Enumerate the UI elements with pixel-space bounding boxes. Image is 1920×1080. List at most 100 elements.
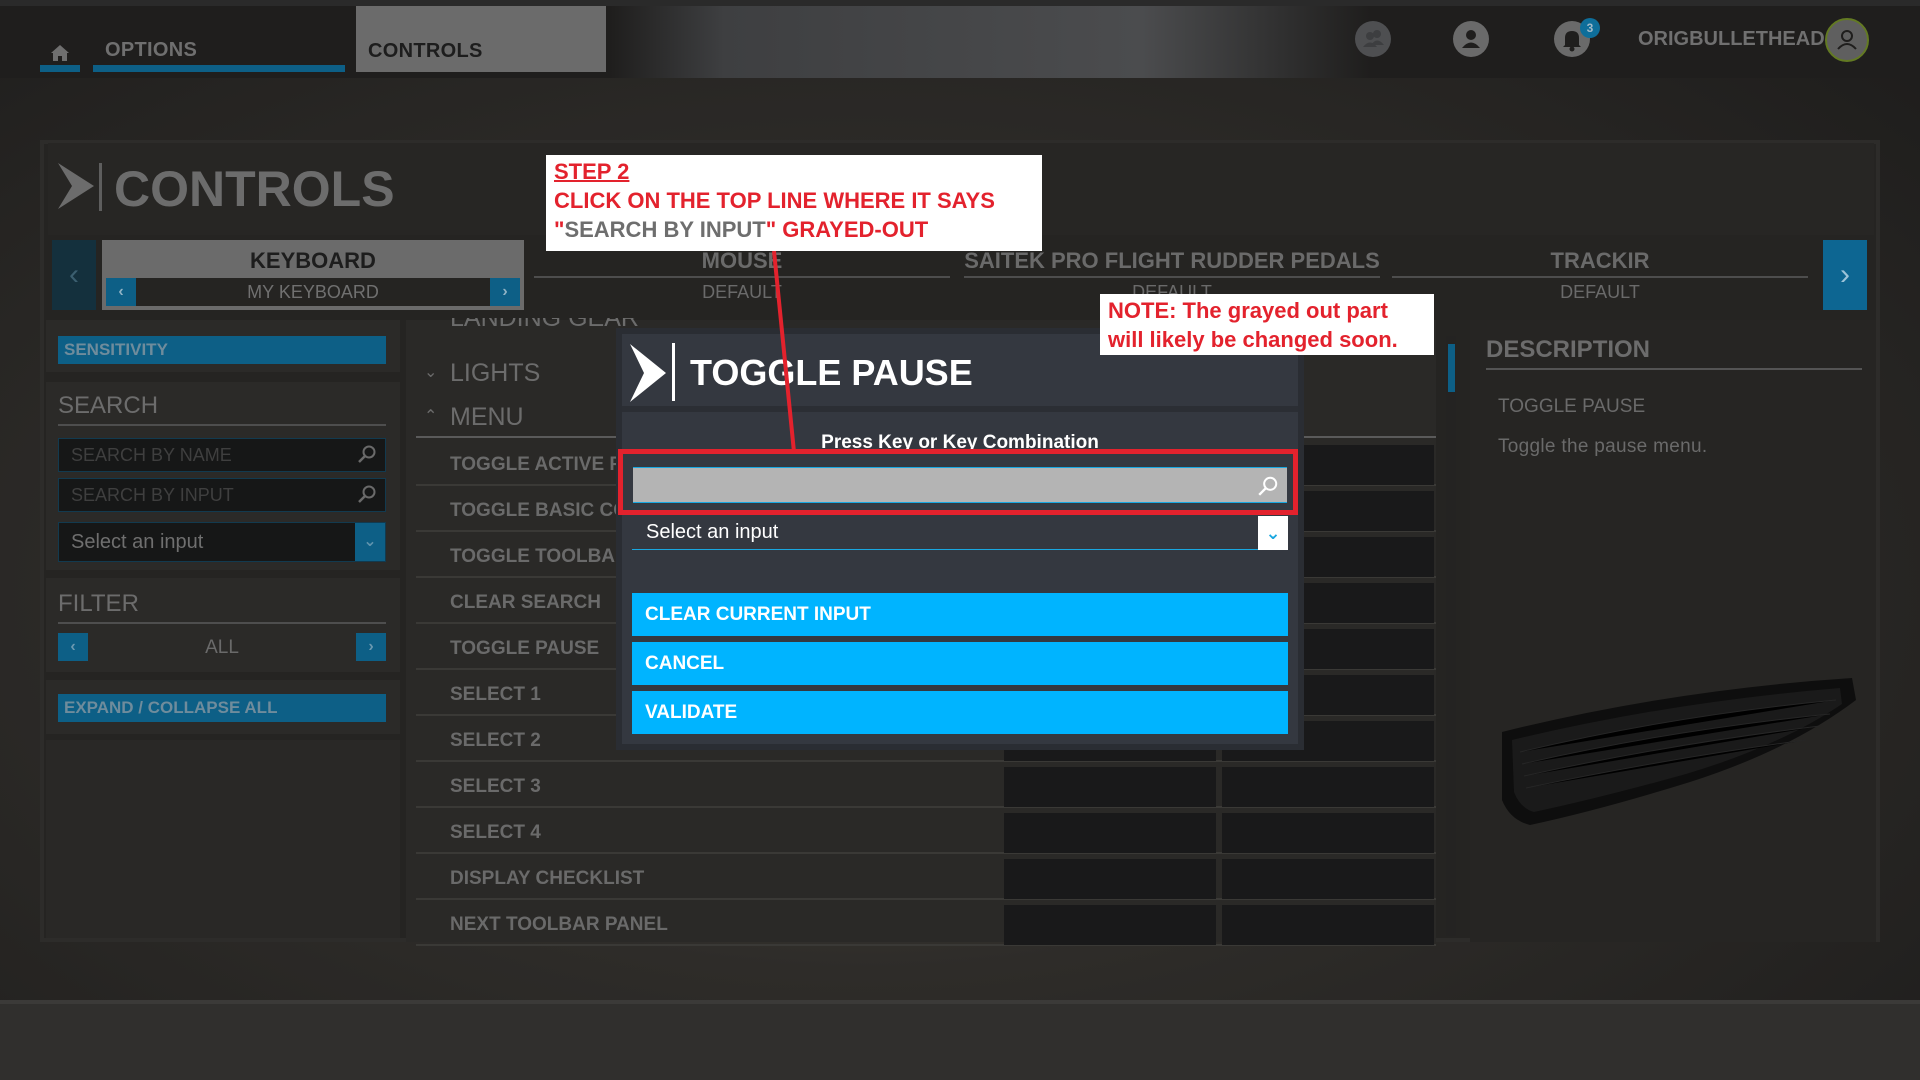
dialog-select-input-dropdown[interactable]: Select an input ⌄ [632,516,1288,550]
list-item-label: SELECT 4 [450,822,541,843]
nav-home-underline [40,65,80,72]
search-by-input-placeholder: SEARCH BY INPUT [71,485,234,505]
profile-name: MY KEYBOARD [247,282,379,302]
quote-open: " [554,217,565,242]
nav-home[interactable] [40,40,80,72]
note-annotation: NOTE: The grayed out part will likely be… [1100,294,1434,355]
search-by-input-field[interactable]: SEARCH BY INPUT [58,478,386,512]
chevron-right-icon: › [1840,258,1850,291]
binding-slot-primary[interactable] [1004,813,1216,853]
page-title: CONTROLS [114,161,395,217]
tab-divider [964,276,1380,278]
nav-controls[interactable]: CONTROLS [356,6,606,72]
title-divider [99,163,102,211]
chevron-up-icon: ⌃ [424,408,438,425]
dialog-title-divider [672,343,675,401]
category-label: LANDING GEAR [450,318,639,332]
list-item-label: SELECT 3 [450,776,541,797]
select-input-value: Select an input [71,531,204,553]
nav-options-label: OPTIONS [105,39,198,61]
step-annotation: STEP 2 CLICK ON THE TOP LINE WHERE IT SA… [546,155,1042,251]
filter-next-button[interactable]: › [356,633,386,661]
step-line-1: CLICK ON THE TOP LINE WHERE IT SAYS [554,188,995,213]
filter-prev-button[interactable]: ‹ [58,633,88,661]
friends-glyph [1363,30,1384,47]
category-label: LIGHTS [450,359,541,387]
user-avatar-icon [1837,30,1857,50]
list-item[interactable]: SELECT 3 [416,764,1436,808]
step-line-2: "SEARCH BY INPUT" GRAYED-OUT [554,215,1034,244]
step-line-2-end: " GRAYED-OUT [765,217,929,242]
binding-slot-primary[interactable] [1004,859,1216,899]
chevron-down-icon[interactable]: ⌄ [1258,516,1288,550]
clear-current-input-button[interactable]: CLEAR CURRENT INPUT [632,593,1288,636]
filter-divider [58,622,386,624]
device-name: KEYBOARD [250,248,376,273]
list-item-label: TOGGLE PAUSE [450,638,600,659]
chevron-right-icon [630,344,666,402]
search-divider [58,424,386,426]
nav-options-underline [93,65,345,72]
chevron-down-icon: ⌄ [424,364,438,381]
device-tab-trackir[interactable]: TRACKIR DEFAULT [1392,240,1808,310]
search-icon [358,485,376,503]
binding-slot-primary[interactable] [1004,905,1216,945]
user-avatar[interactable] [1825,18,1869,62]
username[interactable]: ORIGBULLETHEAD [1638,28,1825,51]
binding-slot-secondary[interactable] [1222,767,1434,807]
binding-slot-secondary[interactable] [1222,905,1434,945]
description-action-name: TOGGLE PAUSE [1498,396,1646,417]
profile-name: DEFAULT [702,282,782,302]
device-next-button[interactable]: › [1823,240,1867,310]
validate-button[interactable]: VALIDATE [632,691,1288,734]
top-bar-highlight [610,6,1370,78]
device-name: SAITEK PRO FLIGHT RUDDER PEDALS [964,248,1380,273]
list-item-label: TOGGLE TOOLBAR [450,546,629,567]
list-item-label: CLEAR SEARCH [450,592,601,613]
step-title: STEP 2 [554,159,630,184]
list-item-label: SELECT 2 [450,730,541,751]
list-item[interactable]: DISPLAY CHECKLIST [416,856,1436,900]
list-item[interactable]: SELECT 4 [416,810,1436,854]
cancel-button[interactable]: CANCEL [632,642,1288,685]
description-title: DESCRIPTION [1486,336,1651,363]
description-text: Toggle the pause menu. [1498,436,1708,457]
friends-icon[interactable] [1355,21,1391,57]
profile-next-button[interactable]: › [490,278,520,306]
annotation-highlight-box [618,449,1298,515]
description-divider [1486,368,1862,370]
note-line-2: will likely be changed soon. [1108,327,1398,352]
list-scrollbar-thumb[interactable] [1448,344,1455,392]
list-scrollbar[interactable] [1446,336,1456,936]
device-tab-keyboard[interactable]: KEYBOARD ‹ MY KEYBOARD › [102,240,524,310]
select-input-dropdown[interactable]: Select an input ⌄ [58,522,386,562]
search-title: SEARCH [58,392,159,419]
search-by-name-input[interactable]: SEARCH BY NAME [58,438,386,472]
category-label: MENU [450,403,524,431]
search-by-name-placeholder: SEARCH BY NAME [71,445,232,465]
dialog-select-value: Select an input [646,521,779,543]
list-item-label: NEXT TOOLBAR PANEL [450,914,668,935]
note-line-1: NOTE: The grayed out part [1108,298,1388,323]
binding-slot-primary[interactable] [1004,767,1216,807]
filter-value: ALL [205,637,239,658]
home-icon [51,45,69,61]
binding-slot-secondary[interactable] [1222,813,1434,853]
sidebar-empty-area [46,740,400,938]
notification-badge: 3 [1580,18,1600,38]
list-item[interactable]: NEXT TOOLBAR PANEL [416,902,1436,946]
sensitivity-button[interactable]: SENSITIVITY [58,336,386,364]
expand-collapse-all-button[interactable]: EXPAND / COLLAPSE ALL [58,694,386,722]
chevron-down-icon[interactable]: ⌄ [355,523,385,561]
chevron-left-icon: ‹ [69,258,79,291]
profile-icon[interactable] [1453,21,1489,57]
device-name: TRACKIR [1550,248,1650,273]
list-item-label: DISPLAY CHECKLIST [450,868,645,889]
nav-options[interactable]: OPTIONS [93,34,345,72]
binding-slot-secondary[interactable] [1222,859,1434,899]
bottom-bar [0,1000,1920,1080]
filter-title: FILTER [58,590,139,617]
dialog-title: TOGGLE PAUSE [690,352,973,393]
tab-divider [534,276,950,278]
device-prev-button[interactable]: ‹ [52,240,96,310]
